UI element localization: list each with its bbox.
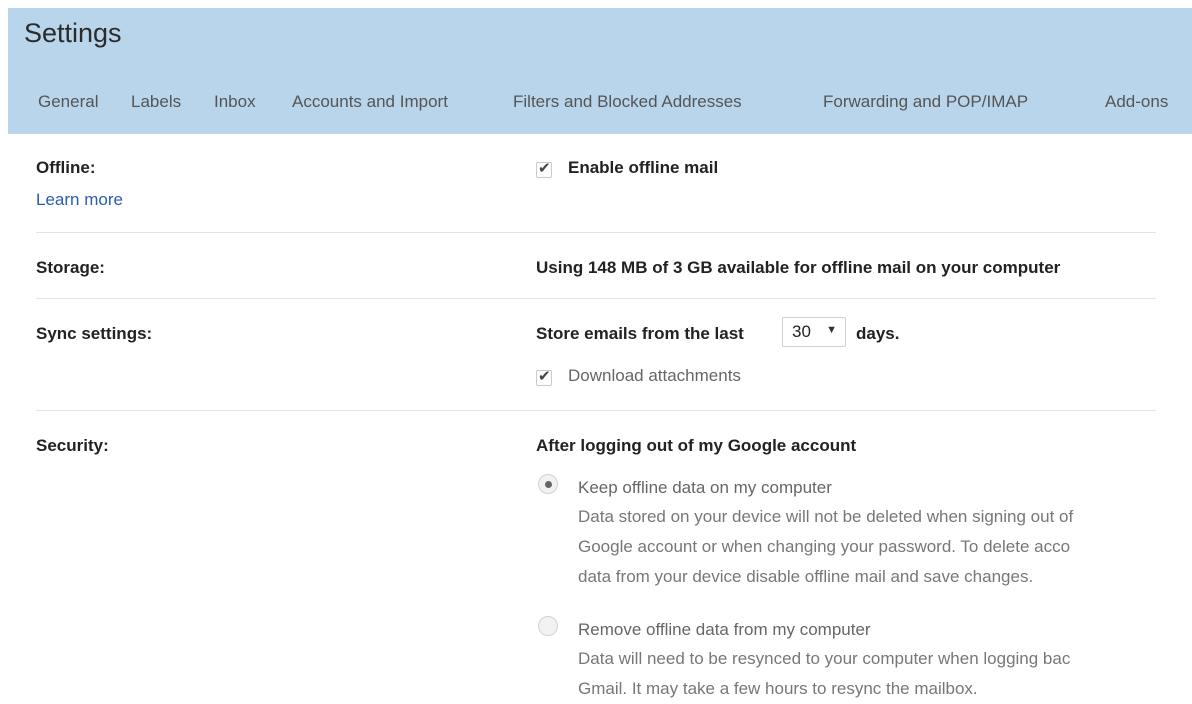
tab-general[interactable]: General: [38, 92, 98, 112]
days-select[interactable]: 30 ▼: [782, 317, 846, 347]
tab-labels[interactable]: Labels: [131, 92, 181, 112]
tab-filters-and-blocked-addresses[interactable]: Filters and Blocked Addresses: [513, 92, 742, 112]
settings-header: Settings General Labels Inbox Accounts a…: [8, 8, 1192, 134]
keep-offline-data-radio[interactable]: [538, 474, 558, 494]
store-emails-prefix: Store emails from the last: [536, 324, 744, 343]
tab-accounts-and-import[interactable]: Accounts and Import: [292, 92, 448, 112]
storage-usage-text: Using 148 MB of 3 GB available for offli…: [536, 258, 1061, 277]
divider: [36, 232, 1156, 233]
settings-content: Offline: Learn more ✔ Enable offline mai…: [36, 134, 1192, 704]
download-attachments-checkbox[interactable]: ✔: [536, 368, 552, 386]
security-label: Security:: [36, 436, 109, 455]
keep-offline-data-description-line: Data stored on your device will not be d…: [578, 507, 1074, 526]
offline-label: Offline:: [36, 158, 96, 177]
tab-forwarding-and-pop-imap[interactable]: Forwarding and POP/IMAP: [823, 92, 1028, 112]
security-heading: After logging out of my Google account: [536, 436, 857, 455]
radio-selected-dot: [545, 481, 552, 488]
learn-more-link[interactable]: Learn more: [36, 190, 123, 210]
download-attachments-label: Download attachments: [568, 366, 741, 385]
page-title: Settings: [24, 18, 122, 48]
remove-offline-data-description-line: Data will need to be resynced to your co…: [578, 649, 1071, 668]
sync-settings-label: Sync settings:: [36, 324, 153, 343]
divider: [36, 298, 1156, 299]
settings-tabs: General Labels Inbox Accounts and Import…: [8, 92, 1192, 126]
tab-add-ons[interactable]: Add-ons: [1105, 92, 1168, 112]
remove-offline-data-description-line: Gmail. It may take a few hours to resync…: [578, 679, 978, 698]
tab-inbox[interactable]: Inbox: [214, 92, 256, 112]
enable-offline-label: Enable offline mail: [568, 158, 719, 177]
keep-offline-data-description-line: data from your device disable offline ma…: [578, 567, 1034, 586]
remove-offline-data-radio[interactable]: [538, 616, 558, 636]
days-select-value: 30: [792, 322, 811, 341]
store-emails-suffix: days.: [856, 324, 900, 343]
keep-offline-data-description-line: Google account or when changing your pas…: [578, 537, 1071, 556]
check-icon: ✔: [538, 368, 551, 385]
divider: [36, 410, 1156, 411]
remove-offline-data-label: Remove offline data from my computer: [578, 620, 871, 639]
dropdown-arrow-icon: ▼: [826, 324, 837, 336]
enable-offline-checkbox[interactable]: ✔: [536, 160, 552, 178]
storage-label: Storage:: [36, 258, 105, 277]
check-icon: ✔: [538, 160, 551, 177]
keep-offline-data-label: Keep offline data on my computer: [578, 478, 832, 497]
